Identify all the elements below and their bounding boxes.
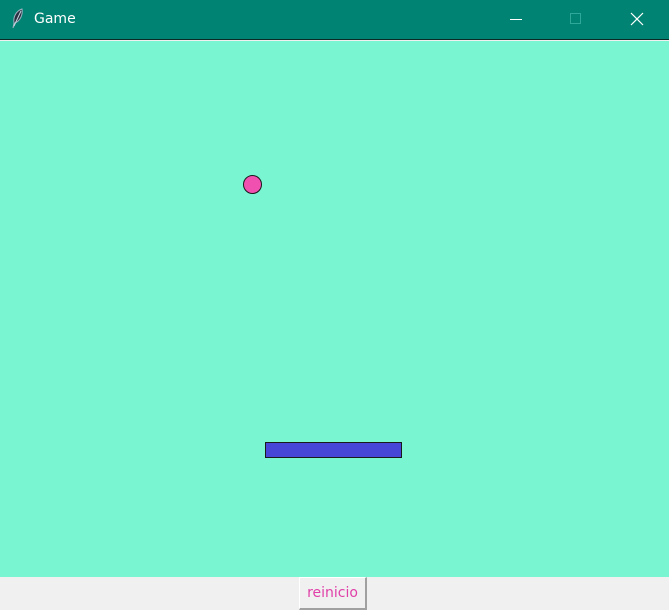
ball: [243, 175, 262, 194]
game-window: Game reinicio: [0, 0, 669, 610]
feather-icon: [10, 8, 26, 30]
paddle[interactable]: [265, 442, 402, 458]
title-bar[interactable]: Game: [0, 0, 669, 40]
minimize-button[interactable]: [493, 0, 539, 39]
maximize-icon: [570, 13, 581, 24]
game-canvas[interactable]: [0, 41, 669, 577]
window-title: Game: [34, 11, 76, 27]
reset-button[interactable]: reinicio: [299, 577, 367, 610]
control-bar: reinicio: [0, 577, 669, 610]
minimize-icon: [510, 19, 522, 20]
close-button[interactable]: [614, 0, 660, 39]
maximize-button[interactable]: [553, 0, 599, 39]
close-icon: [630, 12, 644, 26]
